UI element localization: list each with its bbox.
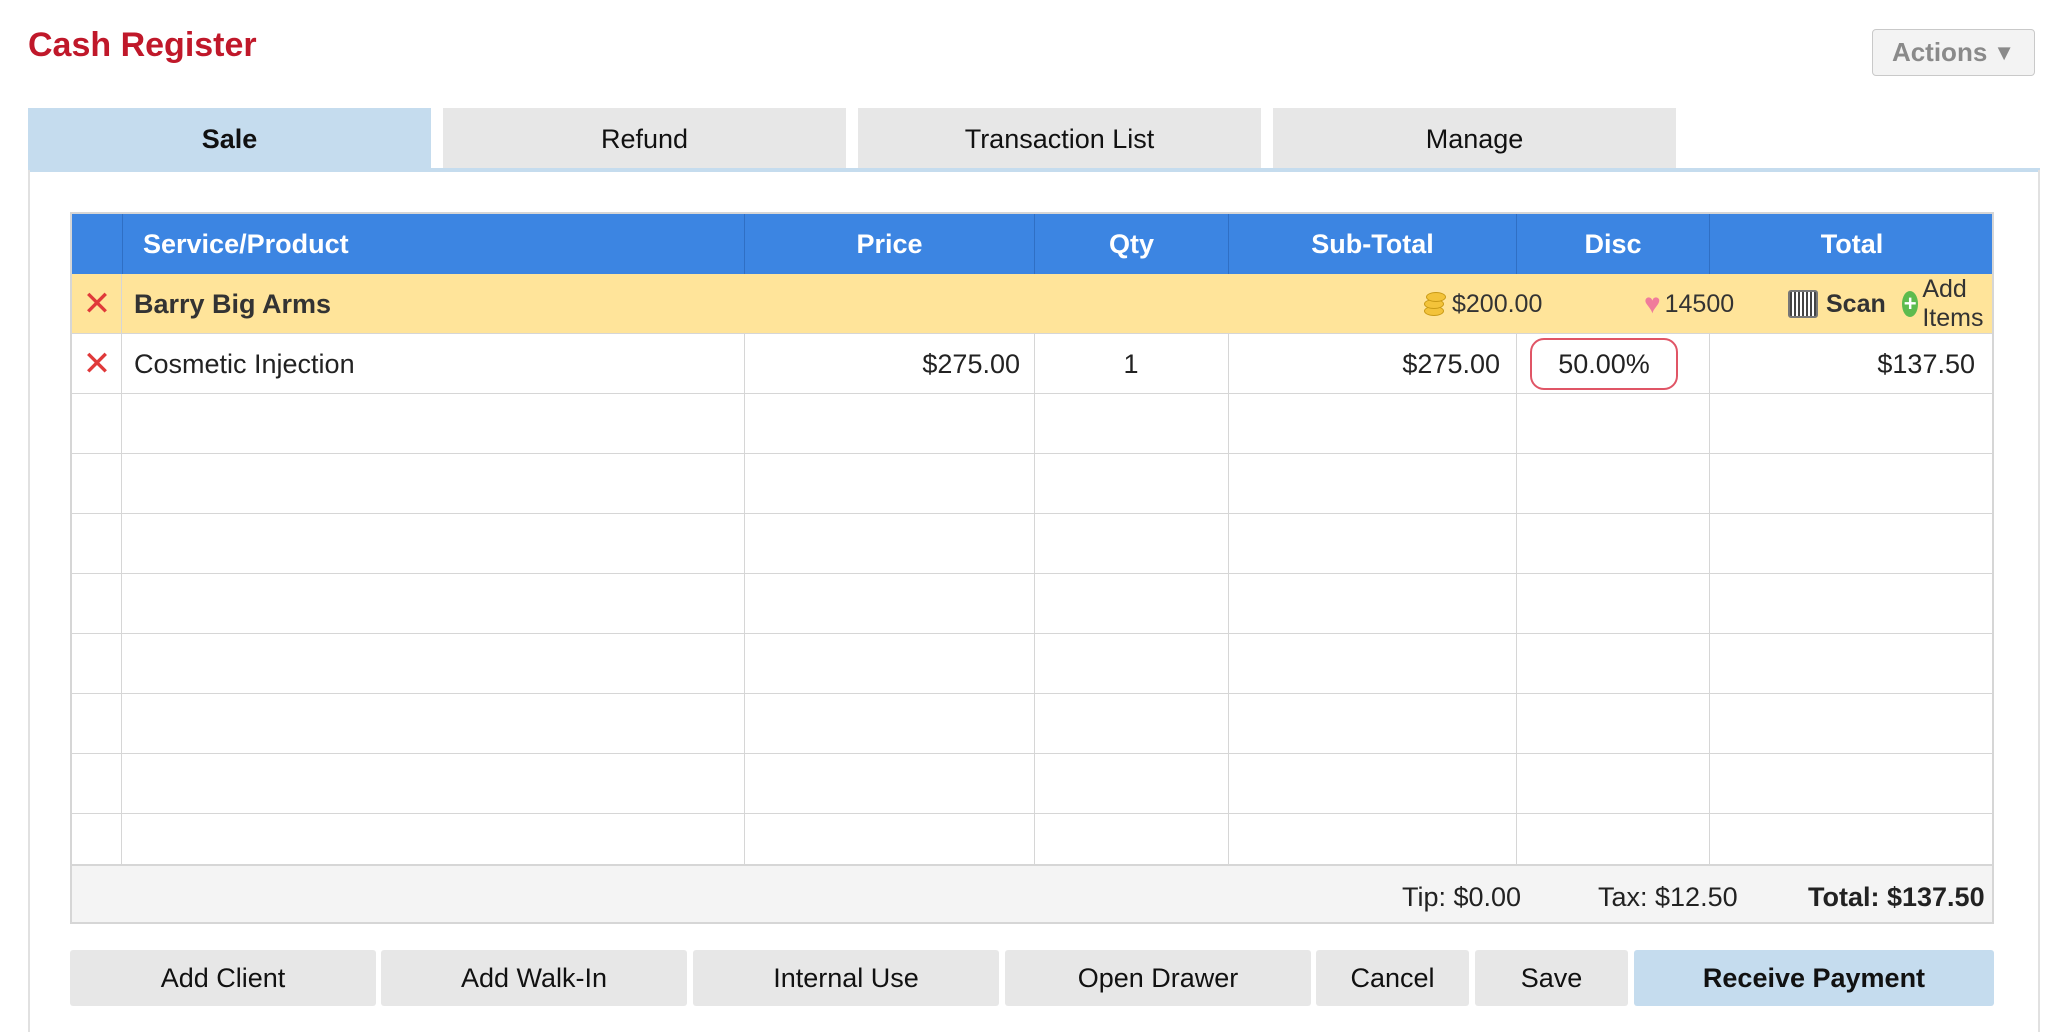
item-subtotal: $275.00 [1402,348,1500,379]
add-items-button[interactable]: + Add Items [1902,274,1993,334]
receive-payment-button[interactable]: Receive Payment [1634,950,1994,1006]
item-name: Cosmetic Injection [134,348,355,379]
tab-transaction-list[interactable]: Transaction List [858,108,1261,170]
header-price: Price [744,214,1034,274]
loyalty-points[interactable]: ♥ 14500 [1644,274,1734,334]
table-row[interactable] [72,454,1992,514]
table-row[interactable] [72,574,1992,634]
tax-amount: Tax: $12.50 [1598,882,1738,912]
item-qty[interactable]: 1 [1034,334,1228,394]
internal-use-button[interactable]: Internal Use [693,950,999,1006]
table-row[interactable] [72,514,1992,574]
remove-item-icon[interactable]: ✕ [72,334,122,394]
scan-label: Scan [1826,289,1886,318]
header-subtotal: Sub-Total [1228,214,1516,274]
remove-client-icon[interactable]: ✕ [72,274,122,334]
totals-bar: Tip: $0.00 Tax: $12.50 Total: $137.50 [70,864,1994,924]
open-drawer-button[interactable]: Open Drawer [1005,950,1311,1006]
table-row[interactable] [72,394,1992,454]
barcode-icon [1788,290,1818,318]
add-circle-icon: + [1902,291,1919,317]
cancel-button[interactable]: Cancel [1316,950,1469,1006]
table-header: Service/Product Price Qty Sub-Total Disc… [72,214,1992,274]
add-client-button[interactable]: Add Client [70,950,376,1006]
table-row[interactable] [72,754,1992,814]
item-total: $137.50 [1877,348,1975,379]
actions-dropdown-button[interactable]: Actions ▼ [1872,29,2035,76]
header-total: Total [1709,214,1994,274]
client-row: ✕ Barry Big Arms $200.00 ♥ 14500 Scan + … [72,274,1992,334]
header-qty: Qty [1034,214,1228,274]
header-disc: Disc [1516,214,1709,274]
account-balance-value: $200.00 [1452,289,1543,318]
discount-input[interactable]: 50.00% [1530,338,1678,390]
page-title: Cash Register [28,26,257,64]
heart-icon: ♥ [1644,288,1661,319]
add-walk-in-button[interactable]: Add Walk-In [381,950,687,1006]
header-service-product: Service/Product [122,214,744,274]
add-items-label: Add Items [1922,275,1984,332]
account-balance[interactable]: $200.00 [1422,274,1542,334]
coins-icon [1422,290,1446,318]
client-name[interactable]: Barry Big Arms [134,274,331,334]
loyalty-points-value: 14500 [1664,289,1735,318]
table-row[interactable] [72,634,1992,694]
item-price[interactable]: $275.00 [744,334,1020,394]
actions-label: Actions [1891,37,1988,67]
tab-manage[interactable]: Manage [1273,108,1676,170]
sale-table: Service/Product Price Qty Sub-Total Disc… [70,212,1994,876]
tab-sale[interactable]: Sale [28,108,431,170]
table-row[interactable] [72,694,1992,754]
tip-amount: Tip: $0.00 [1402,882,1522,912]
grand-total: Total: $137.50 [1808,882,1985,912]
caret-down-icon: ▼ [1993,39,2016,65]
tab-refund[interactable]: Refund [443,108,846,170]
save-button[interactable]: Save [1475,950,1628,1006]
table-row[interactable]: ✕ Cosmetic Injection $275.00 1 $275.00 $… [72,334,1992,394]
scan-button[interactable]: Scan [1788,274,1886,334]
